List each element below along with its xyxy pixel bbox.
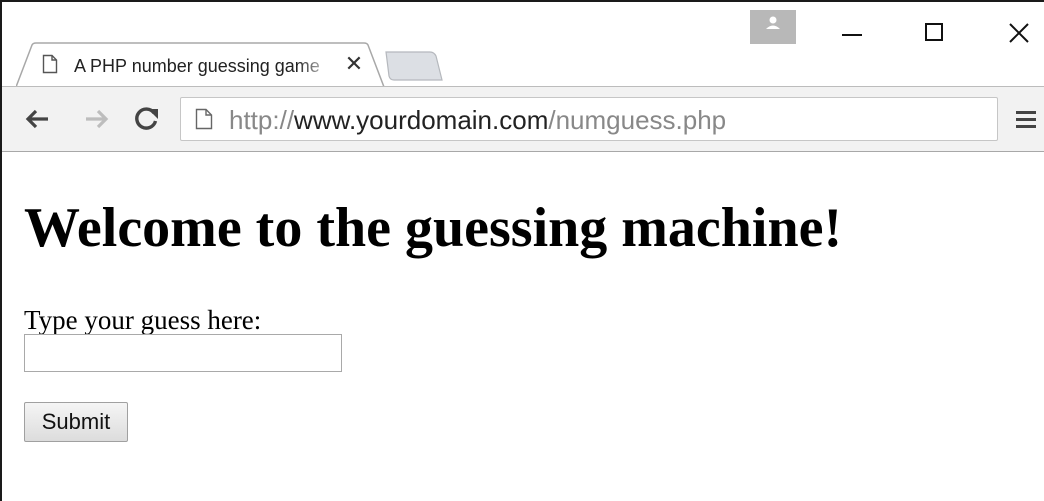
maximize-button[interactable] <box>912 12 958 48</box>
guess-input[interactable] <box>24 334 342 372</box>
browser-window: A PHP number guessing game ✕ http://www.… <box>0 0 1044 501</box>
url-scheme: http:// <box>229 105 295 135</box>
new-tab-button[interactable] <box>380 50 444 82</box>
tab-strip: A PHP number guessing game ✕ <box>2 2 1044 88</box>
close-icon <box>1009 23 1029 43</box>
minimize-button[interactable] <box>828 12 874 48</box>
menu-button[interactable] <box>1012 105 1040 133</box>
url-text: http://www.yourdomain.com/numguess.php <box>229 105 726 135</box>
url-host: www.yourdomain.com <box>294 105 549 135</box>
arrow-left-icon <box>25 109 48 129</box>
page-content: Welcome to the guessing machine! Type yo… <box>2 152 1044 501</box>
minimize-icon <box>842 34 862 36</box>
reload-icon <box>135 107 158 130</box>
hamburger-menu-icon <box>1016 111 1036 128</box>
arrow-right-icon <box>86 109 109 129</box>
address-bar[interactable]: http://www.yourdomain.com/numguess.php <box>180 97 998 141</box>
profile-button[interactable] <box>750 10 796 44</box>
tab-title: A PHP number guessing game <box>74 56 320 76</box>
back-button[interactable] <box>22 103 54 135</box>
page-icon <box>42 54 58 74</box>
tab-close-button[interactable]: ✕ <box>342 52 366 76</box>
reload-button[interactable] <box>130 103 162 135</box>
close-window-button[interactable] <box>996 12 1042 48</box>
page-icon <box>195 108 213 130</box>
tab-active[interactable]: A PHP number guessing game ✕ <box>16 42 386 88</box>
maximize-icon <box>925 23 943 41</box>
page-heading: Welcome to the guessing machine! <box>24 197 843 259</box>
browser-toolbar: http://www.yourdomain.com/numguess.php <box>2 86 1044 152</box>
submit-button[interactable]: Submit <box>24 402 128 442</box>
forward-button[interactable] <box>80 103 112 135</box>
url-path: /numguess.php <box>548 105 727 135</box>
guess-label: Type your guess here: <box>24 305 262 335</box>
person-icon <box>766 16 780 29</box>
